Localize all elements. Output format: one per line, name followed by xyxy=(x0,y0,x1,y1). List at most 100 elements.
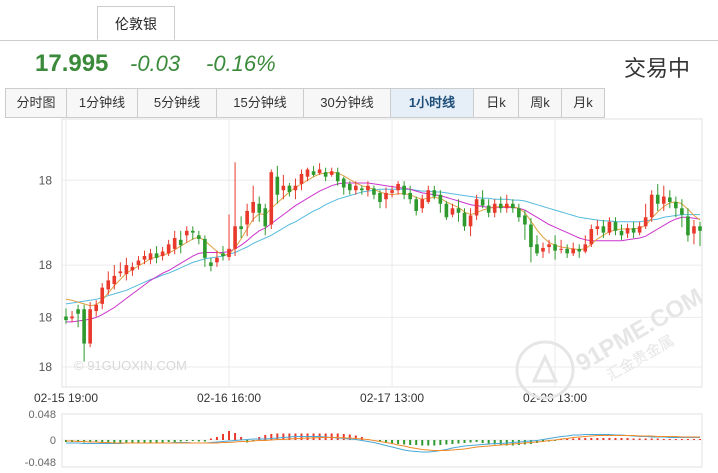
candle-body xyxy=(124,265,129,275)
price-axis-labels: 18 18 18 18 xyxy=(39,173,53,374)
candle-body xyxy=(257,203,262,213)
candle-body xyxy=(450,208,455,215)
candle-body xyxy=(486,205,491,213)
candle-body xyxy=(619,230,624,236)
candle-body xyxy=(698,226,702,231)
candle-body xyxy=(613,221,618,231)
candle-body xyxy=(269,172,274,225)
candle-body xyxy=(517,208,521,218)
candle-body xyxy=(329,171,334,175)
candle-body xyxy=(239,226,243,230)
candle xyxy=(444,201,449,220)
candle-body xyxy=(692,226,696,234)
candle-body xyxy=(480,199,485,206)
candle-body xyxy=(299,173,304,184)
price-tick-label: 18 xyxy=(39,310,53,324)
candle-body xyxy=(667,197,672,202)
time-axis-labels: 02-15 19:00 02-16 16:00 02-17 13:00 02-20 1… xyxy=(34,391,587,405)
candle-body xyxy=(511,203,515,209)
candle-body xyxy=(420,199,425,209)
candle-body xyxy=(221,253,225,257)
candle-body xyxy=(317,169,322,174)
candle-body xyxy=(631,228,636,233)
candle-body xyxy=(426,190,431,202)
watermark-left: © 91GUOXIN.COM xyxy=(74,358,187,373)
candle-body xyxy=(565,248,569,254)
price-tick-label: 18 xyxy=(39,173,53,187)
candle-body xyxy=(462,212,467,227)
candle-body xyxy=(553,244,557,251)
candle-body xyxy=(541,247,545,252)
candle-body xyxy=(438,194,443,204)
candle xyxy=(649,190,654,222)
candle-body xyxy=(583,244,588,252)
candle-body xyxy=(444,203,449,218)
macd-tick-label: 0.048 xyxy=(28,409,56,421)
candle-body xyxy=(335,172,340,182)
candle-body xyxy=(347,183,352,191)
candle-body xyxy=(686,216,690,236)
candle-body xyxy=(432,190,437,197)
candle-body xyxy=(571,248,576,254)
candle-body xyxy=(311,171,316,175)
candle-body xyxy=(275,176,280,195)
time-tick-label: 02-20 13:00 xyxy=(523,391,587,405)
candle-body xyxy=(456,208,461,213)
candle-body xyxy=(197,235,201,239)
candle-body xyxy=(88,309,92,344)
candle-body xyxy=(372,188,376,195)
candle-body xyxy=(625,228,630,234)
candle-body xyxy=(341,178,346,188)
candle-body xyxy=(160,251,165,257)
candle-body xyxy=(492,203,497,213)
candle xyxy=(269,169,274,230)
candle-body xyxy=(190,230,195,233)
candle-body xyxy=(215,257,219,263)
candle-body xyxy=(396,183,400,191)
candle-body xyxy=(154,253,159,258)
time-tick-label: 02-17 13:00 xyxy=(360,391,424,405)
price-tick-label: 18 xyxy=(39,360,53,374)
candle-body xyxy=(680,208,684,215)
candle-body xyxy=(674,201,678,209)
candle-body xyxy=(649,194,654,218)
candle-body xyxy=(118,271,123,274)
candle-body xyxy=(504,203,509,209)
candle-body xyxy=(251,201,255,213)
candle-body xyxy=(637,226,642,233)
candle-body xyxy=(172,238,177,249)
candle-body xyxy=(589,229,594,245)
time-tick-label: 02-16 16:00 xyxy=(197,391,261,405)
candle-body xyxy=(655,194,660,204)
candle-body xyxy=(390,190,394,193)
candle-body xyxy=(378,192,382,202)
candle-body xyxy=(94,304,99,312)
candle-body xyxy=(70,316,74,319)
candle-body xyxy=(474,199,479,216)
candle-body xyxy=(360,188,364,191)
candle-body xyxy=(106,280,111,290)
candle-body xyxy=(184,230,189,236)
candle-body xyxy=(305,169,310,177)
candle-body xyxy=(209,262,213,266)
candle-body xyxy=(136,260,141,266)
candle-body xyxy=(142,256,147,260)
candle-body xyxy=(366,185,370,191)
candle-body xyxy=(281,185,286,191)
candle-body xyxy=(595,226,600,230)
candle-body xyxy=(112,275,117,285)
candle-body xyxy=(535,244,539,254)
candle-body xyxy=(601,226,606,233)
candle-body xyxy=(414,199,419,211)
candle-body xyxy=(287,185,292,193)
candle-body xyxy=(233,226,237,249)
candle-body xyxy=(408,192,412,200)
time-tick-label: 02-15 19:00 xyxy=(34,391,98,405)
candle-body xyxy=(498,203,503,209)
candle-body xyxy=(227,248,231,257)
macd-tick-label: 0 xyxy=(50,435,56,447)
candle-body xyxy=(82,309,86,344)
candle-body xyxy=(468,215,473,227)
candle-body xyxy=(577,248,582,252)
candle-body xyxy=(643,217,648,227)
